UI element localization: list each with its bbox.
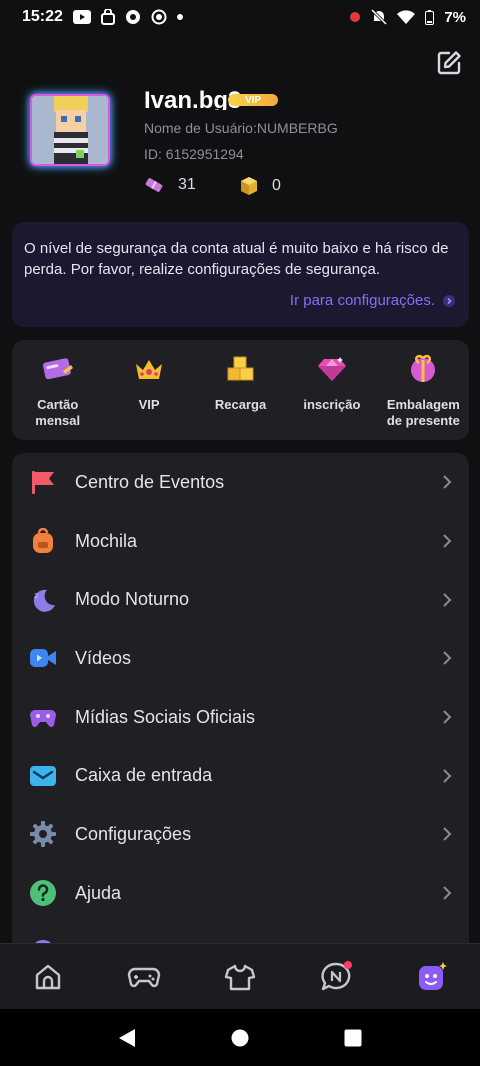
username: Ivan.bg3 xyxy=(144,87,242,110)
more-dot-icon xyxy=(176,14,183,20)
shirt-icon xyxy=(224,964,256,990)
shopping-bag-icon xyxy=(100,9,115,25)
status-notification-icons xyxy=(72,9,183,25)
menu-item-label: Caixa de entrada xyxy=(75,765,213,786)
gold-blocks-icon xyxy=(227,356,254,381)
svg-text:z: z xyxy=(34,591,38,600)
flag-icon xyxy=(32,471,54,495)
quick-action-vip[interactable]: VIP xyxy=(103,340,194,440)
quick-actions-bar: Cartão mensal VIP Recarga inscrição Emba… xyxy=(12,340,469,440)
chevron-right-icon xyxy=(443,294,455,307)
gold-cube-icon xyxy=(241,177,257,195)
menu-item-label: Ajuda xyxy=(75,882,122,903)
nav-games[interactable] xyxy=(122,955,166,999)
nav-dressing[interactable] xyxy=(218,955,262,999)
nav-profile-active[interactable] xyxy=(410,955,454,999)
nav-home[interactable] xyxy=(26,955,70,999)
menu-item-help[interactable]: Ajuda xyxy=(12,864,469,923)
quick-action-label: inscrição xyxy=(303,397,361,412)
quick-action-monthly-card[interactable]: Cartão mensal xyxy=(12,340,103,440)
crown-icon xyxy=(136,360,163,379)
video-icon xyxy=(30,649,56,668)
chevron-right-icon xyxy=(443,651,452,666)
avatar-image xyxy=(32,96,108,164)
chevron-right-icon xyxy=(443,534,452,548)
menu-item-label: Mochila xyxy=(75,530,138,551)
gear-icon xyxy=(30,821,56,848)
gift-icon xyxy=(411,354,436,382)
ticket-icon xyxy=(145,178,163,192)
recents-icon[interactable] xyxy=(344,1029,362,1047)
avatar[interactable] xyxy=(30,94,110,166)
chevron-right-icon xyxy=(443,710,452,724)
chevron-right-icon xyxy=(443,593,452,607)
notifications-muted-icon xyxy=(371,9,388,25)
tickets-stat[interactable]: 31 xyxy=(144,176,196,194)
notification-dot xyxy=(344,960,352,969)
quick-action-label: Recarga xyxy=(214,397,267,412)
settings-menu-list: Centro de Eventos Mochila z Modo Noturno… xyxy=(12,453,469,953)
home-icon xyxy=(35,964,61,989)
card-icon xyxy=(42,358,73,380)
chevron-right-icon xyxy=(443,475,452,490)
quick-action-gift-pack[interactable]: Embalagem de presente xyxy=(378,340,469,440)
gem-icon xyxy=(317,357,346,381)
quick-action-label: VIP xyxy=(138,397,160,412)
moon-icon: z xyxy=(33,589,55,612)
user-id: ID: 6152951294 xyxy=(144,146,244,162)
quick-action-label: Cartão mensal xyxy=(35,397,81,428)
menu-item-official-social-media[interactable]: Mídias Sociais Oficiais xyxy=(12,688,469,747)
tickets-count: 31 xyxy=(178,176,196,193)
home-circle-icon[interactable] xyxy=(231,1029,249,1047)
battery-percentage: 7% xyxy=(444,8,466,26)
status-bar: 15:22 7% xyxy=(0,0,480,34)
backpack-icon xyxy=(33,528,53,554)
security-warning-text: O nível de segurança da conta atual é mu… xyxy=(24,240,449,278)
menu-item-label: Centro de Eventos xyxy=(75,471,225,492)
chevron-right-icon xyxy=(443,827,452,842)
record-icon xyxy=(151,9,167,25)
menu-item-label: Configurações xyxy=(75,823,192,844)
menu-item-inbox[interactable]: Caixa de entrada xyxy=(12,746,469,805)
go-to-settings-link[interactable]: Ir para configurações. xyxy=(290,292,455,309)
menu-item-settings[interactable]: Configurações xyxy=(12,805,469,864)
menu-item-videos[interactable]: Vídeos xyxy=(12,629,469,688)
coins-stat[interactable]: 0 xyxy=(240,176,281,196)
quick-action-subscription[interactable]: inscrição xyxy=(286,340,377,440)
gamepad-social-icon xyxy=(30,710,56,728)
user-name-line: Nome de Usuário:NUMBERBG xyxy=(144,120,338,136)
status-time: 15:22 xyxy=(22,8,63,25)
youtube-icon xyxy=(72,10,91,24)
menu-item-events-center[interactable]: Centro de Eventos xyxy=(12,453,469,512)
menu-item-night-mode[interactable]: z Modo Noturno xyxy=(12,570,469,629)
menu-item-label: Modo Noturno xyxy=(75,589,190,610)
recording-dot-icon xyxy=(350,12,361,22)
menu-item-label: Mídias Sociais Oficiais xyxy=(75,706,256,727)
wifi-icon xyxy=(397,10,416,24)
menu-item-backpack[interactable]: Mochila xyxy=(12,512,469,571)
chevron-right-icon xyxy=(443,769,452,783)
gamepad-icon xyxy=(127,967,161,987)
edit-icon xyxy=(437,51,461,75)
profile-face-icon xyxy=(419,961,447,990)
coins-count: 0 xyxy=(272,177,281,194)
chevron-right-icon xyxy=(443,886,452,900)
vip-badge: VIP xyxy=(228,94,278,106)
help-icon xyxy=(30,880,56,907)
chat-bubble-icon xyxy=(125,10,140,24)
security-warning-banner: O nível de segurança da conta atual é mu… xyxy=(12,222,469,327)
bottom-navigation xyxy=(0,943,480,1009)
quick-action-label: Embalagem de presente xyxy=(386,397,460,428)
quick-action-recharge[interactable]: Recarga xyxy=(195,340,286,440)
nav-notifications[interactable] xyxy=(314,955,358,999)
mail-icon xyxy=(30,765,56,786)
system-navigation-bar xyxy=(0,1009,480,1066)
battery-icon xyxy=(425,9,435,25)
go-to-settings-label: Ir para configurações. xyxy=(289,292,435,309)
edit-profile-button[interactable] xyxy=(436,50,462,76)
menu-item-label: Vídeos xyxy=(75,647,132,668)
back-icon[interactable] xyxy=(118,1028,136,1048)
